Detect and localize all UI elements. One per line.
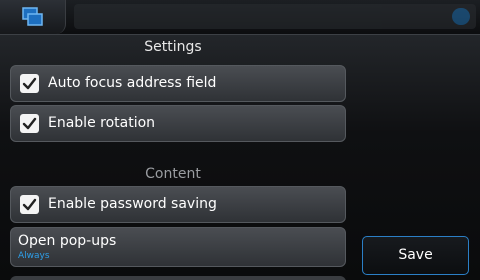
auto-focus-checkbox[interactable] [20, 74, 39, 93]
checkmark-icon [22, 198, 37, 211]
open-popups-label: Open pop-ups [18, 233, 117, 249]
open-popups-value: Always [18, 251, 50, 261]
address-go-button[interactable] [452, 8, 470, 25]
auto-focus-label: Auto focus address field [48, 75, 217, 91]
next-setting-item[interactable] [10, 276, 346, 280]
dialog-title: Settings [144, 39, 202, 55]
address-bar[interactable] [74, 4, 476, 29]
password-saving-checkbox[interactable] [20, 195, 39, 214]
enable-rotation-checkbox[interactable] [20, 114, 39, 133]
content-section-header: Content [145, 166, 201, 182]
auto-focus-setting[interactable]: Auto focus address field [10, 65, 346, 102]
top-bar [0, 0, 480, 34]
checkmark-icon [22, 77, 37, 90]
open-popups-setting[interactable]: Open pop-ups Always [10, 227, 346, 267]
enable-rotation-label: Enable rotation [48, 115, 156, 131]
task-switcher-button[interactable] [0, 0, 66, 34]
checkmark-icon [22, 117, 37, 130]
password-saving-label: Enable password saving [48, 196, 217, 212]
enable-rotation-setting[interactable]: Enable rotation [10, 105, 346, 142]
settings-dialog: Settings Auto focus address field Enable… [0, 34, 480, 280]
save-button[interactable]: Save [362, 236, 469, 275]
password-saving-setting[interactable]: Enable password saving [10, 186, 346, 223]
